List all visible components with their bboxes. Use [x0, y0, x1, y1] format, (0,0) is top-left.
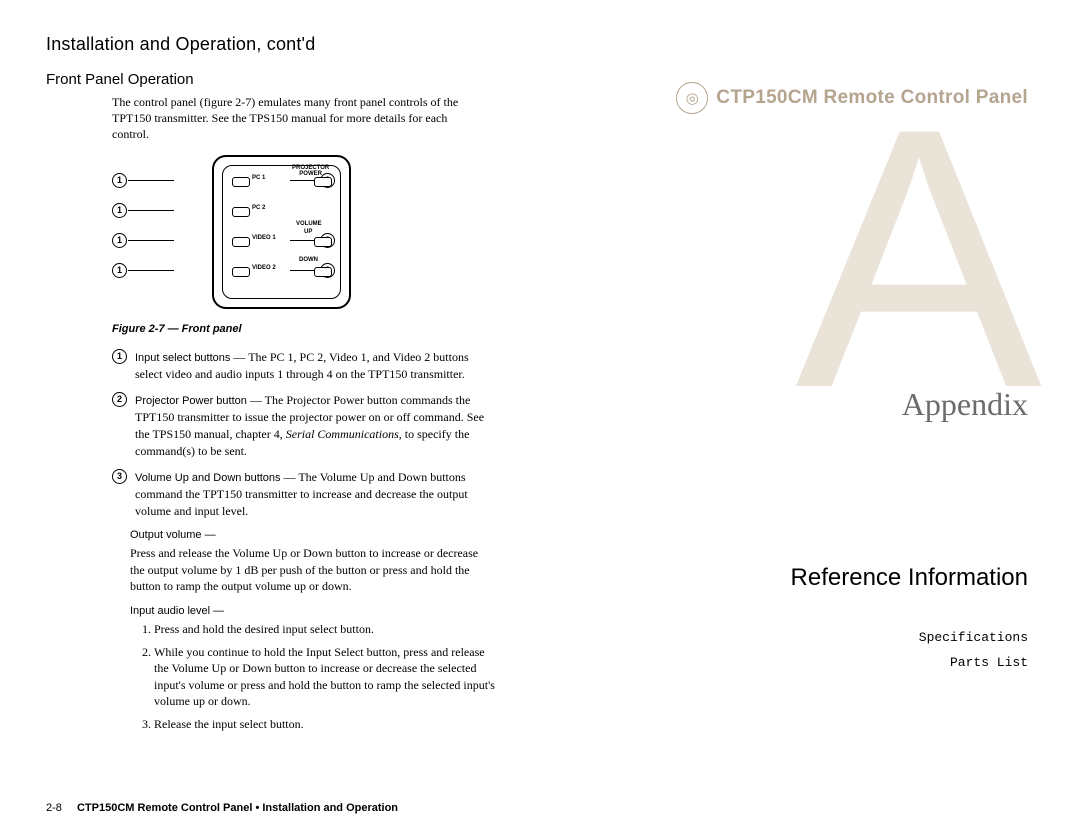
section-heading: Front Panel Operation [46, 71, 502, 88]
label-pc2: PC 2 [252, 205, 265, 211]
specifications-link: Specifications [570, 626, 1028, 651]
callout-line [128, 240, 174, 241]
label-pc1: PC 1 [252, 175, 265, 181]
input-audio-label: Input audio level — [130, 605, 502, 617]
btn-pc1 [232, 177, 250, 187]
desc-text-2: Projector Power button — The Projector P… [135, 392, 492, 459]
callout-line [128, 180, 174, 181]
output-volume-label: Output volume — [130, 529, 502, 541]
btn-video2 [232, 267, 250, 277]
desc-num-3: 3 [112, 469, 127, 484]
document-spread: Installation and Operation, cont'd Front… [0, 0, 1080, 834]
footer-text: CTP150CM Remote Control Panel • Installa… [77, 802, 398, 814]
footer-left: 2-8 CTP150CM Remote Control Panel • Inst… [46, 802, 398, 814]
appendix-graphic: A Appendix [570, 144, 1028, 504]
desc-item-3: 3 Volume Up and Down buttons — The Volum… [112, 469, 492, 519]
btn-projector-power [314, 177, 332, 187]
desc-num-1: 1 [112, 349, 127, 364]
right-page: ◎ CTP150CM Remote Control Panel A Append… [540, 0, 1080, 834]
desc-item-2: 2 Projector Power button — The Projector… [112, 392, 492, 459]
label-volume: VOLUME [296, 221, 322, 227]
callout-1-left: 1 [112, 263, 127, 278]
footer-page-number: 2-8 [46, 802, 62, 814]
intro-paragraph: The control panel (figure 2-7) emulates … [112, 94, 472, 143]
label-projpower: PROJECTOR POWER [292, 165, 329, 177]
brand-logo-icon: ◎ [676, 82, 708, 114]
callout-line [128, 270, 174, 271]
reference-information-heading: Reference Information [570, 564, 1028, 592]
step-3: Release the input select button. [154, 716, 502, 733]
desc-text-3: Volume Up and Down buttons — The Volume … [135, 469, 492, 519]
appendix-contents: Specifications Parts List [570, 626, 1028, 675]
desc-bold-1: Input select buttons [135, 352, 230, 364]
desc-item-1: 1 Input select buttons — The PC 1, PC 2,… [112, 349, 492, 383]
callout-1-left: 1 [112, 173, 127, 188]
label-up: UP [304, 229, 312, 235]
btn-video1 [232, 237, 250, 247]
label-video1: VIDEO 1 [252, 235, 276, 241]
btn-vol-down [314, 267, 332, 277]
parts-list-link: Parts List [570, 651, 1028, 676]
step-1: Press and hold the desired input select … [154, 621, 502, 638]
left-page: Installation and Operation, cont'd Front… [0, 0, 540, 834]
panel-outline: PC 1 PC 2 VIDEO 1 VIDEO 2 PROJECTOR POWE… [212, 155, 351, 309]
output-volume-para: Press and release the Volume Up or Down … [130, 545, 490, 595]
desc-text-1: Input select buttons — The PC 1, PC 2, V… [135, 349, 492, 383]
label-video2: VIDEO 2 [252, 265, 276, 271]
btn-pc2 [232, 207, 250, 217]
callout-1-left: 1 [112, 203, 127, 218]
figure-caption: Figure 2-7 — Front panel [112, 323, 502, 335]
desc-num-2: 2 [112, 392, 127, 407]
desc-ital-2: Serial Communications [286, 427, 399, 441]
callout-line [128, 210, 174, 211]
desc-bold-2: Projector Power button [135, 395, 247, 407]
label-down: DOWN [299, 257, 318, 263]
callout-1-left: 1 [112, 233, 127, 248]
input-audio-steps: Press and hold the desired input select … [130, 621, 502, 732]
desc-bold-3: Volume Up and Down buttons [135, 472, 281, 484]
btn-vol-up [314, 237, 332, 247]
figure-front-panel: 1 1 1 1 2 3 3 PC 1 [112, 155, 502, 335]
panel-diagram: 1 1 1 1 2 3 3 PC 1 [112, 155, 382, 315]
chapter-heading: Installation and Operation, cont'd [46, 34, 502, 55]
step-2: While you continue to hold the Input Sel… [154, 644, 502, 710]
appendix-label: Appendix [902, 386, 1028, 423]
